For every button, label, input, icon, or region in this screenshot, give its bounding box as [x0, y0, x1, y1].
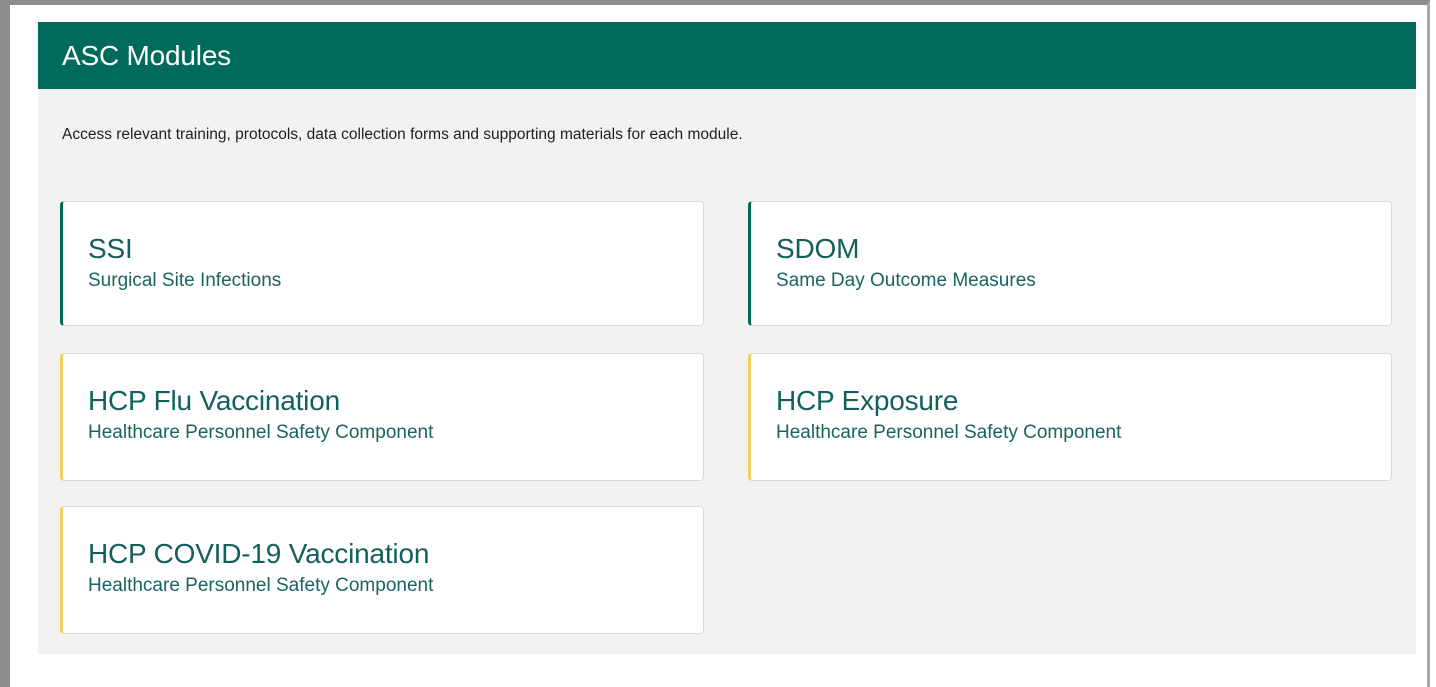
module-card-subtitle: Same Day Outcome Measures — [776, 269, 1036, 291]
module-card-subtitle: Healthcare Personnel Safety Component — [776, 421, 1122, 443]
screenshot-frame: ASC Modules Access relevant training, pr… — [0, 0, 1430, 687]
asc-modules-panel: ASC Modules Access relevant training, pr… — [38, 22, 1416, 654]
panel-title: ASC Modules — [62, 39, 231, 71]
module-card-title: SSI — [88, 233, 133, 264]
panel-description: Access relevant training, protocols, dat… — [62, 126, 743, 143]
module-card-title: HCP Flu Vaccination — [88, 385, 340, 416]
module-card-title: SDOM — [776, 233, 860, 264]
module-card-hcp-covid-19-vaccination[interactable]: HCP COVID-19 Vaccination Healthcare Pers… — [60, 506, 704, 634]
module-card-subtitle: Healthcare Personnel Safety Component — [88, 421, 434, 443]
module-card-hcp-flu-vaccination[interactable]: HCP Flu Vaccination Healthcare Personnel… — [60, 353, 704, 481]
module-card-title: HCP COVID-19 Vaccination — [88, 538, 430, 569]
module-card-subtitle: Surgical Site Infections — [88, 269, 282, 291]
module-card-title: HCP Exposure — [776, 385, 959, 416]
module-card-ssi[interactable]: SSI Surgical Site Infections — [60, 201, 704, 326]
module-card-hcp-exposure[interactable]: HCP Exposure Healthcare Personnel Safety… — [748, 353, 1392, 481]
panel-header: ASC Modules — [38, 22, 1416, 89]
module-card-sdom[interactable]: SDOM Same Day Outcome Measures — [748, 201, 1392, 326]
module-card-subtitle: Healthcare Personnel Safety Component — [88, 574, 434, 596]
